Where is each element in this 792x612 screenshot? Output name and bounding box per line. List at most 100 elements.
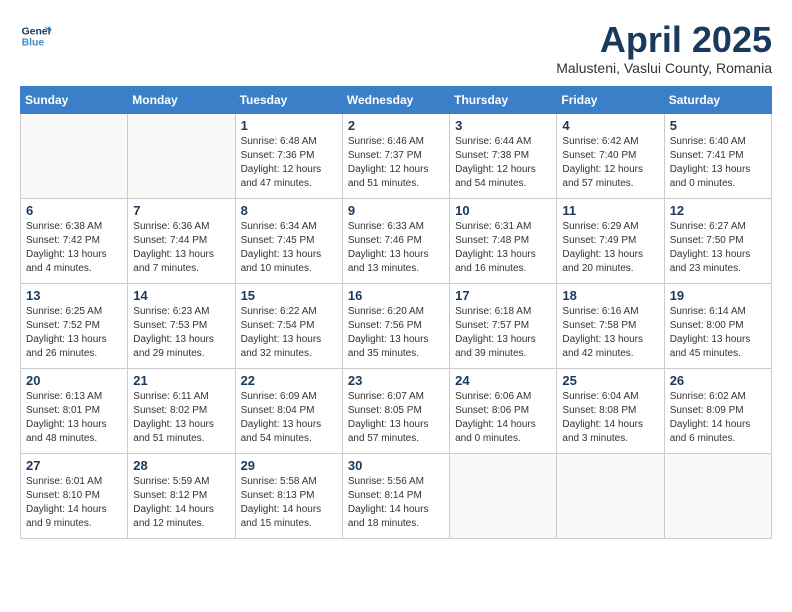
header-friday: Friday [557,86,664,113]
calendar-week-1: 1 Sunrise: 6:48 AM Sunset: 7:36 PM Daylig… [21,113,772,198]
calendar-cell: 7 Sunrise: 6:36 AM Sunset: 7:44 PM Daylig… [128,198,235,283]
calendar-week-3: 13Sunrise: 6:25 AM Sunset: 7:52 PM Dayli… [21,283,772,368]
calendar-cell: 12 Sunrise: 6:27 AM Sunset: 7:50 PM Dayli… [664,198,771,283]
calendar-cell: 30 Sunrise: 5:56 AM Sunset: 8:14 PM Dayli… [342,453,449,538]
calendar-cell: 15 Sunrise: 6:22 AM Sunset: 7:54 PM Dayli… [235,283,342,368]
day-number: 26 [670,373,766,388]
day-info: Sunrise: 6:02 AM Sunset: 8:09 PM Dayligh… [670,390,766,446]
day-number: 7 [133,203,229,218]
day-info: Sunrise: 6:23 AM Sunset: 7:53 PM Dayligh… [133,305,229,361]
calendar-cell: 17 Sunrise: 6:18 AM Sunset: 7:57 PM Dayli… [450,283,557,368]
calendar-cell: 28 Sunrise: 5:59 AM Sunset: 8:12 PM Dayli… [128,453,235,538]
page-header: General Blue April 2025 Malusteni, Vaslu… [20,20,772,76]
day-number: 9 [348,203,444,218]
day-number: 27 [26,458,122,473]
day-info: Sunrise: 6:29 AM Sunset: 7:49 PM Dayligh… [562,220,658,276]
day-number: 16 [348,288,444,303]
day-number: 12 [670,203,766,218]
calendar-cell: 6 Sunrise: 6:38 AM Sunset: 7:42 PM Daylig… [21,198,128,283]
calendar-cell [664,453,771,538]
day-info: Sunrise: 6:46 AM Sunset: 7:37 PM Dayligh… [348,135,444,191]
day-info: Sunrise: 5:56 AM Sunset: 8:14 PM Dayligh… [348,475,444,531]
day-info: Sunrise: 5:58 AM Sunset: 8:13 PM Dayligh… [241,475,337,531]
calendar-cell [557,453,664,538]
day-number: 24 [455,373,551,388]
calendar-cell [128,113,235,198]
calendar-cell: 20Sunrise: 6:13 AM Sunset: 8:01 PM Dayli… [21,368,128,453]
day-number: 28 [133,458,229,473]
day-info: Sunrise: 6:18 AM Sunset: 7:57 PM Dayligh… [455,305,551,361]
calendar-cell: 18 Sunrise: 6:16 AM Sunset: 7:58 PM Dayli… [557,283,664,368]
header-sunday: Sunday [21,86,128,113]
month-title: April 2025 [556,20,772,60]
calendar-cell [21,113,128,198]
day-info: Sunrise: 6:16 AM Sunset: 7:58 PM Dayligh… [562,305,658,361]
day-number: 25 [562,373,658,388]
calendar-cell: 8Sunrise: 6:34 AM Sunset: 7:45 PM Daylig… [235,198,342,283]
calendar-cell: 26 Sunrise: 6:02 AM Sunset: 8:09 PM Dayli… [664,368,771,453]
day-info: Sunrise: 6:42 AM Sunset: 7:40 PM Dayligh… [562,135,658,191]
day-number: 6 [26,203,122,218]
calendar-week-4: 20Sunrise: 6:13 AM Sunset: 8:01 PM Dayli… [21,368,772,453]
day-number: 14 [133,288,229,303]
day-number: 11 [562,203,658,218]
day-info: Sunrise: 6:01 AM Sunset: 8:10 PM Dayligh… [26,475,122,531]
calendar-cell: 16 Sunrise: 6:20 AM Sunset: 7:56 PM Dayli… [342,283,449,368]
day-number: 21 [133,373,229,388]
day-info: Sunrise: 6:36 AM Sunset: 7:44 PM Dayligh… [133,220,229,276]
day-info: Sunrise: 6:48 AM Sunset: 7:36 PM Dayligh… [241,135,337,191]
calendar-cell: 19 Sunrise: 6:14 AM Sunset: 8:00 PM Dayli… [664,283,771,368]
day-number: 30 [348,458,444,473]
day-number: 19 [670,288,766,303]
day-info: Sunrise: 6:07 AM Sunset: 8:05 PM Dayligh… [348,390,444,446]
calendar-table: SundayMondayTuesdayWednesdayThursdayFrid… [20,86,772,539]
logo: General Blue [20,20,52,52]
header-wednesday: Wednesday [342,86,449,113]
title-block: April 2025 Malusteni, Vaslui County, Rom… [556,20,772,76]
calendar-cell: 14 Sunrise: 6:23 AM Sunset: 7:53 PM Dayli… [128,283,235,368]
location-subtitle: Malusteni, Vaslui County, Romania [556,60,772,76]
day-info: Sunrise: 6:44 AM Sunset: 7:38 PM Dayligh… [455,135,551,191]
day-info: Sunrise: 6:33 AM Sunset: 7:46 PM Dayligh… [348,220,444,276]
header-monday: Monday [128,86,235,113]
calendar-cell [450,453,557,538]
calendar-cell: 9 Sunrise: 6:33 AM Sunset: 7:46 PM Daylig… [342,198,449,283]
calendar-cell: 2 Sunrise: 6:46 AM Sunset: 7:37 PM Daylig… [342,113,449,198]
svg-text:Blue: Blue [22,38,45,49]
calendar-cell: 13Sunrise: 6:25 AM Sunset: 7:52 PM Dayli… [21,283,128,368]
calendar-cell: 27 Sunrise: 6:01 AM Sunset: 8:10 PM Dayli… [21,453,128,538]
day-info: Sunrise: 6:22 AM Sunset: 7:54 PM Dayligh… [241,305,337,361]
calendar-week-5: 27 Sunrise: 6:01 AM Sunset: 8:10 PM Dayli… [21,453,772,538]
day-number: 29 [241,458,337,473]
day-info: Sunrise: 6:11 AM Sunset: 8:02 PM Dayligh… [133,390,229,446]
day-info: Sunrise: 6:04 AM Sunset: 8:08 PM Dayligh… [562,390,658,446]
calendar-cell: 3Sunrise: 6:44 AM Sunset: 7:38 PM Daylig… [450,113,557,198]
calendar-cell: 11 Sunrise: 6:29 AM Sunset: 7:49 PM Dayli… [557,198,664,283]
day-number: 17 [455,288,551,303]
day-info: Sunrise: 6:20 AM Sunset: 7:56 PM Dayligh… [348,305,444,361]
calendar-cell: 29 Sunrise: 5:58 AM Sunset: 8:13 PM Dayli… [235,453,342,538]
day-number: 18 [562,288,658,303]
calendar-cell: 24 Sunrise: 6:06 AM Sunset: 8:06 PM Dayli… [450,368,557,453]
calendar-header-row: SundayMondayTuesdayWednesdayThursdayFrid… [21,86,772,113]
day-info: Sunrise: 6:31 AM Sunset: 7:48 PM Dayligh… [455,220,551,276]
day-info: Sunrise: 5:59 AM Sunset: 8:12 PM Dayligh… [133,475,229,531]
calendar-cell: 21 Sunrise: 6:11 AM Sunset: 8:02 PM Dayli… [128,368,235,453]
day-number: 15 [241,288,337,303]
day-number: 2 [348,118,444,133]
day-info: Sunrise: 6:25 AM Sunset: 7:52 PM Dayligh… [26,305,122,361]
day-number: 5 [670,118,766,133]
day-number: 1 [241,118,337,133]
calendar-cell: 22Sunrise: 6:09 AM Sunset: 8:04 PM Dayli… [235,368,342,453]
day-info: Sunrise: 6:27 AM Sunset: 7:50 PM Dayligh… [670,220,766,276]
header-tuesday: Tuesday [235,86,342,113]
header-thursday: Thursday [450,86,557,113]
day-info: Sunrise: 6:38 AM Sunset: 7:42 PM Dayligh… [26,220,122,276]
day-info: Sunrise: 6:40 AM Sunset: 7:41 PM Dayligh… [670,135,766,191]
logo-icon: General Blue [20,20,52,52]
day-info: Sunrise: 6:14 AM Sunset: 8:00 PM Dayligh… [670,305,766,361]
calendar-cell: 1 Sunrise: 6:48 AM Sunset: 7:36 PM Daylig… [235,113,342,198]
calendar-cell: 23Sunrise: 6:07 AM Sunset: 8:05 PM Dayli… [342,368,449,453]
day-number: 8 [241,203,337,218]
day-info: Sunrise: 6:06 AM Sunset: 8:06 PM Dayligh… [455,390,551,446]
